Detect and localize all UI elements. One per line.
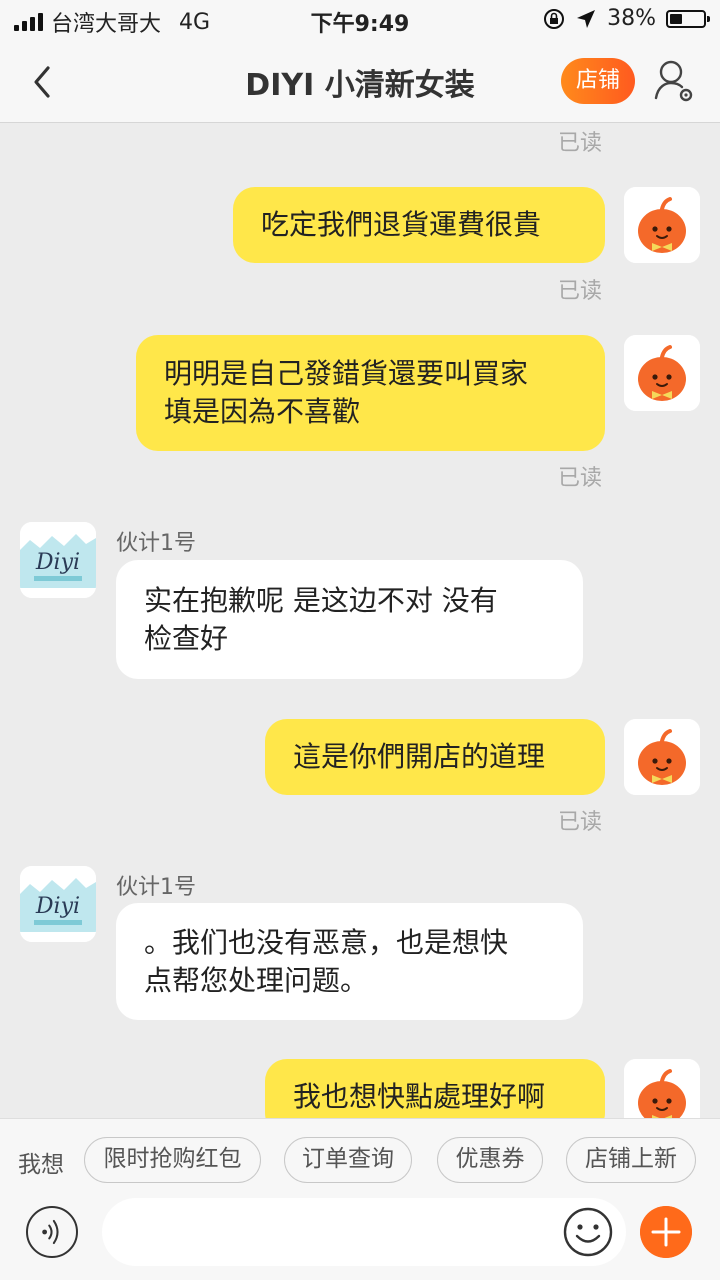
quick-reply-bar: 我想 限时抢购红包 订单查询 优惠券 店铺上新 — [0, 1118, 720, 1201]
rotation-lock-icon — [544, 8, 565, 29]
emoji-icon[interactable] — [562, 1206, 614, 1258]
voice-icon[interactable] — [26, 1206, 78, 1258]
quick-reply-flash-sale[interactable]: 限时抢购红包 — [84, 1137, 261, 1183]
pumpkin-avatar-icon — [624, 187, 700, 263]
status-right: 38% — [543, 6, 710, 31]
chat-area[interactable]: 已读 吃定我們退貨運費很貴 已读 明明是自己發錯貨還要叫買家 填是因為不喜歡 已… — [0, 123, 720, 1118]
sender-name: 伙计1号 — [116, 875, 196, 900]
battery-percent: 38% — [607, 6, 656, 31]
read-receipt: 已读 — [557, 131, 602, 156]
message-input[interactable] — [102, 1198, 626, 1266]
my-message-bubble[interactable]: 明明是自己發錯貨還要叫買家 填是因為不喜歡 — [136, 335, 605, 451]
quick-reply-new-arrivals[interactable]: 店铺上新 — [566, 1137, 696, 1183]
battery-fill — [670, 13, 683, 24]
my-avatar[interactable] — [624, 187, 700, 263]
shop-avatar[interactable]: Diyi — [20, 522, 96, 598]
battery-icon — [666, 9, 710, 28]
shop-message-bubble[interactable]: 实在抱歉呢 是这边不对 没有 检查好 — [116, 560, 583, 679]
input-bar — [0, 1198, 720, 1280]
location-arrow-icon — [577, 9, 596, 28]
read-receipt: 已读 — [557, 810, 602, 835]
my-avatar[interactable] — [624, 335, 700, 411]
diyi-logo-icon: Diyi — [20, 866, 96, 942]
my-message-bubble[interactable]: 這是你們開店的道理 — [265, 719, 605, 795]
pumpkin-avatar-icon — [624, 335, 700, 411]
shop-avatar[interactable]: Diyi — [20, 866, 96, 942]
my-avatar[interactable] — [624, 719, 700, 795]
read-receipt: 已读 — [557, 279, 602, 304]
nav-bar: DIYI 小清新女装 店铺 — [0, 40, 720, 123]
read-receipt: 已读 — [557, 466, 602, 491]
quick-reply-order-query[interactable]: 订单查询 — [284, 1137, 412, 1183]
pumpkin-avatar-icon — [624, 719, 700, 795]
my-message-bubble[interactable]: 吃定我們退貨運費很貴 — [233, 187, 605, 263]
quick-reply-coupon[interactable]: 优惠券 — [437, 1137, 543, 1183]
shop-message-bubble[interactable]: 。我们也没有恶意，也是想快 点帮您处理问题。 — [116, 903, 583, 1020]
diyi-logo-text: Diyi — [35, 550, 80, 575]
pumpkin-avatar-icon — [624, 1059, 700, 1118]
diyi-logo-text: Diyi — [35, 894, 80, 919]
store-button[interactable]: 店铺 — [561, 58, 635, 104]
user-settings-icon[interactable] — [652, 58, 696, 104]
quick-reply-label: 我想 — [18, 1152, 64, 1178]
plus-icon[interactable] — [640, 1206, 692, 1258]
diyi-logo-icon: Diyi — [20, 522, 96, 598]
sender-name: 伙计1号 — [116, 531, 196, 556]
my-avatar[interactable] — [624, 1059, 700, 1118]
my-message-bubble[interactable]: 我也想快點處理好啊 — [265, 1059, 605, 1118]
status-bar: 台湾大哥大 4G 下午9:49 38% — [0, 0, 720, 40]
